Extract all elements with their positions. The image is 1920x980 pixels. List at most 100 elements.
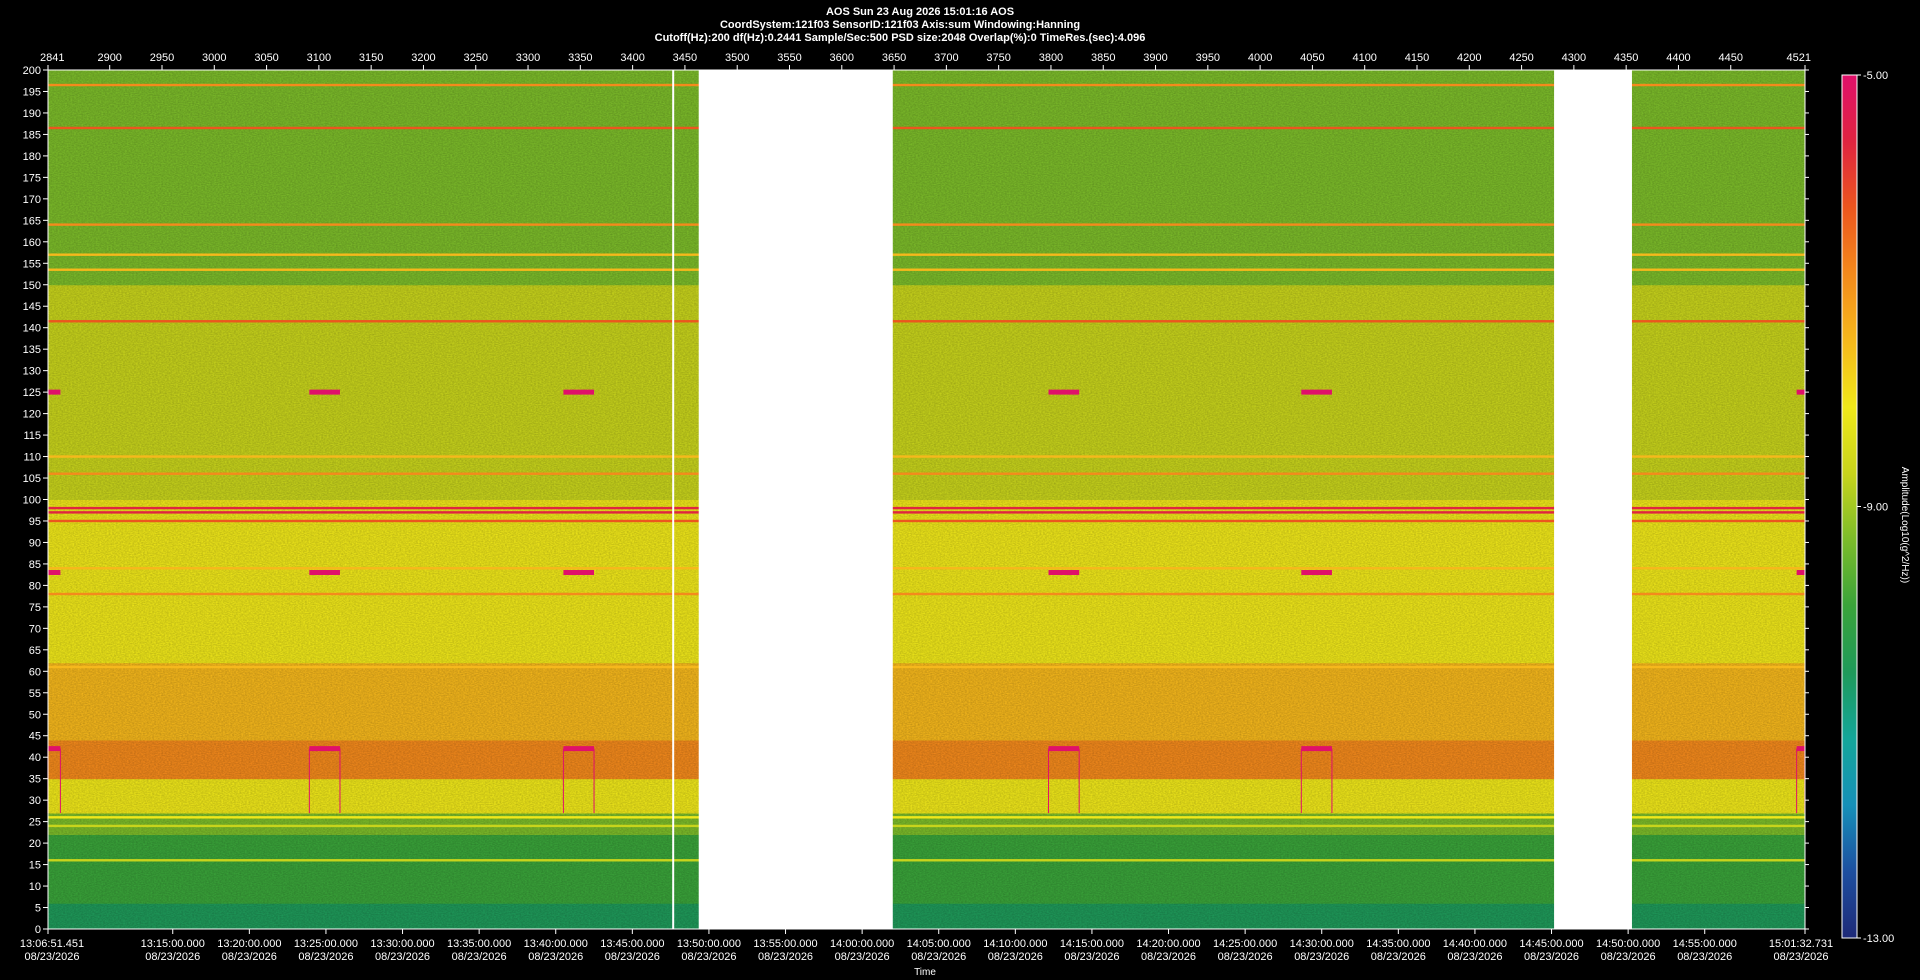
y-tick-label: 165	[23, 215, 41, 227]
top-tick-label: 2841	[40, 52, 64, 64]
y-tick-label: 50	[29, 709, 41, 721]
y-tick-label: 20	[29, 838, 41, 850]
top-tick-label: 4450	[1719, 52, 1743, 64]
tonal-line-24hz	[48, 824, 1805, 828]
time-tick-label: 14:45:00.000	[1519, 938, 1583, 950]
time-tick-label: 14:00:00.000	[830, 938, 894, 950]
noise-texture	[48, 70, 1805, 929]
transient-mark-83hz	[1301, 570, 1332, 576]
colorbar-min-label: -13.00	[1863, 933, 1894, 945]
top-tick-label: 3800	[1039, 52, 1063, 64]
transient-mark-125hz	[1301, 389, 1332, 395]
time-tick-label: 14:25:00.000	[1213, 938, 1277, 950]
date-tick-label: 08/23/2026	[452, 951, 507, 963]
transient-mark-83hz	[47, 570, 61, 576]
date-tick-label: 08/23/2026	[1773, 951, 1828, 963]
time-tick-label: 14:50:00.000	[1596, 938, 1660, 950]
y-tick-label: 185	[23, 129, 41, 141]
top-tick-label: 2950	[150, 52, 174, 64]
y-tick-label: 180	[23, 151, 41, 163]
y-tick-label: 110	[23, 452, 41, 464]
time-tick-label: 14:15:00.000	[1060, 938, 1124, 950]
date-tick-label: 08/23/2026	[1524, 951, 1579, 963]
tonal-line-106hz	[48, 472, 1805, 475]
time-tick-label: 14:10:00.000	[983, 938, 1047, 950]
tonal-line-16hz	[48, 859, 1805, 862]
y-tick-label: 45	[29, 731, 41, 743]
top-tick-label: 3700	[934, 52, 958, 64]
y-tick-label: 10	[29, 881, 41, 893]
tonal-line-84hz	[48, 567, 1805, 570]
y-tick-label: 160	[23, 237, 41, 249]
time-tick-label: 13:55:00.000	[753, 938, 817, 950]
colorbar-label: Amplitude(Log10(g^2/Hz))	[1899, 467, 1910, 583]
time-tick-label: 14:30:00.000	[1290, 938, 1354, 950]
y-tick-label: 0	[35, 924, 41, 936]
time-tick-label: 13:40:00.000	[524, 938, 588, 950]
colorbar: -5.00 -9.00 -13.00 Amplitude(Log10(g^2/Hz))	[1841, 70, 1910, 945]
tonal-line-110hz	[48, 455, 1805, 458]
transient-mark-125hz	[1796, 389, 1805, 395]
y-tick-label: 190	[23, 108, 41, 120]
transient-mark-83hz	[1048, 570, 1080, 576]
top-tick-label: 4250	[1509, 52, 1533, 64]
tonal-line-78hz	[48, 592, 1805, 596]
transient-mark-83hz	[1796, 570, 1805, 576]
chart-params-line-2: Cutoff(Hz):200 df(Hz):0.2441 Sample/Sec:…	[655, 32, 1146, 44]
time-tick-label: 13:50:00.000	[677, 938, 741, 950]
time-tick-label: 13:20:00.000	[217, 938, 281, 950]
date-tick-label: 08/23/2026	[1371, 951, 1426, 963]
time-tick-label: 15:01:32.731	[1769, 938, 1833, 950]
time-tick-label: 13:15:00.000	[141, 938, 205, 950]
time-tick-label: 13:25:00.000	[294, 938, 358, 950]
date-tick-label: 08/23/2026	[1447, 951, 1502, 963]
y-tick-label: 15	[29, 860, 41, 872]
time-tick-label: 14:05:00.000	[907, 938, 971, 950]
data-gap-1	[698, 70, 893, 929]
date-tick-label: 08/23/2026	[1601, 951, 1656, 963]
time-tick-label: 13:35:00.000	[447, 938, 511, 950]
y-tick-label: 5	[35, 903, 41, 915]
time-tick-label: 14:40:00.000	[1443, 938, 1507, 950]
y-tick-label: 95	[29, 516, 41, 528]
spectrogram-window: AOS Sun 23 Aug 2026 15:01:16 AOS CoordSy…	[0, 0, 1920, 980]
top-tick-label: 3050	[254, 52, 278, 64]
top-tick-label: 4400	[1666, 52, 1690, 64]
date-tick-label: 08/23/2026	[758, 951, 813, 963]
y-tick-label: 30	[29, 795, 41, 807]
date-tick-label: 08/23/2026	[835, 951, 890, 963]
tonal-line-153.5hz	[48, 268, 1805, 271]
transient-mark-42hz	[47, 746, 61, 752]
date-tick-label: 08/23/2026	[1141, 951, 1196, 963]
y-tick-label: 100	[23, 495, 41, 507]
y-tick-label: 175	[23, 172, 41, 184]
y-tick-label: 200	[23, 65, 41, 77]
tonal-line-141.5hz	[48, 320, 1805, 323]
top-tick-label: 2900	[97, 52, 121, 64]
transient-mark-125hz	[47, 389, 61, 395]
spectrogram-chart: AOS Sun 23 Aug 2026 15:01:16 AOS CoordSy…	[20, 6, 1910, 978]
transient-mark-125hz	[309, 389, 340, 395]
spectrogram-plot[interactable]	[47, 70, 1806, 930]
top-tick-label: 4300	[1562, 52, 1586, 64]
y-tick-label: 65	[29, 645, 41, 657]
colorbar-max-label: -5.00	[1863, 70, 1888, 82]
top-tick-label: 3500	[725, 52, 749, 64]
top-tick-label: 3600	[830, 52, 854, 64]
date-tick-label: 08/23/2026	[911, 951, 966, 963]
transient-mark-42hz	[1048, 746, 1080, 752]
top-tick-label: 3750	[986, 52, 1010, 64]
transient-mark-125hz	[1048, 389, 1080, 395]
date-tick-label: 08/23/2026	[298, 951, 353, 963]
tonal-line-157hz	[48, 253, 1805, 256]
date-tick-label: 08/23/2026	[1677, 951, 1732, 963]
top-tick-label: 4350	[1614, 52, 1638, 64]
transient-mark-42hz	[309, 746, 340, 752]
top-tick-label: 3150	[359, 52, 383, 64]
colorbar-mid-label: -9.00	[1863, 502, 1888, 514]
tonal-line-196.5hz	[48, 83, 1805, 87]
top-tick-label: 3400	[620, 52, 644, 64]
top-tick-label: 4000	[1248, 52, 1272, 64]
top-tick-label: 3550	[777, 52, 801, 64]
top-tick-label: 3350	[568, 52, 592, 64]
